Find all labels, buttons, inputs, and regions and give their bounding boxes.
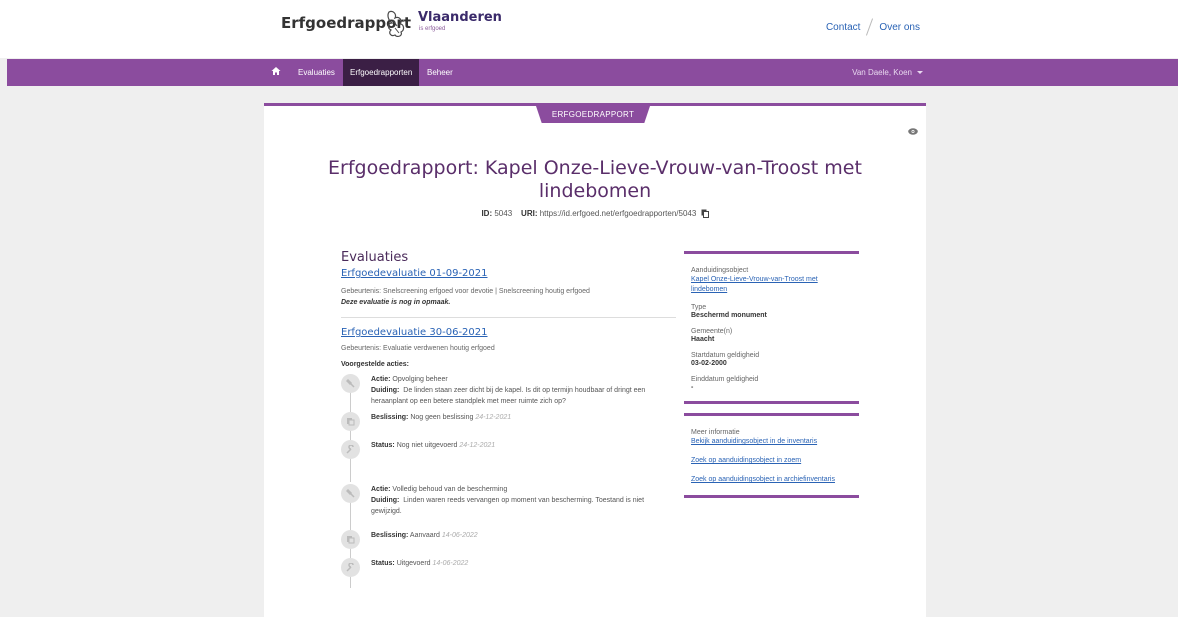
copy-icon [347,536,355,544]
home-icon[interactable] [271,66,281,76]
beslissing-label: Beslissing: [371,532,409,539]
duiding-value: De linden staan zeer dicht bij de kapel.… [371,387,646,405]
more-info-panel: Meer informatie Bekijk aanduidingsobject… [684,413,859,498]
copy-icon[interactable] [701,209,709,218]
action-icon-circle [341,484,360,503]
decision-item: Beslissing: Nog geen beslissing 24-12-20… [341,412,676,440]
zoem-link[interactable]: Zoek op aanduidingsobject in zoem [691,456,852,466]
archiefinventaris-link[interactable]: Zoek op aanduidingsobject in archiefinve… [691,475,852,485]
status-item: Status: Nog niet uitgevoerd 24-12-2021 [341,440,676,484]
status-icon-circle [341,558,360,577]
status-value: Uitgevoerd [396,560,431,567]
status-label: Status: [371,560,395,567]
top-links: Contact Over ons [826,18,920,36]
vlaanderen-lion-logo [387,10,405,38]
evaluations-heading: Evaluaties [341,250,409,265]
gemeente-label: Gemeente(n) [691,328,733,335]
object-info-panel: Aanduidingsobject Kapel Onze-Lieve-Vrouw… [684,251,859,404]
beslissing-label: Beslissing: [371,414,409,421]
user-menu[interactable]: Van Daele, Koen [852,59,923,86]
over-ons-link[interactable]: Over ons [879,22,920,33]
gavel-icon [346,379,355,388]
contact-link[interactable]: Contact [826,22,860,33]
evaluation-link[interactable]: Erfgoedevaluatie 30-06-2021 [341,327,676,338]
uri-value: https://id.erfgoed.net/erfgoedrapporten/… [539,209,697,218]
einddatum-value: - [691,384,694,391]
nav-item-evaluaties[interactable]: Evaluaties [298,59,335,86]
duiding-value: Linden waren reeds vervangen op moment v… [371,497,645,515]
action-value: Opvolging beheer [392,376,448,383]
beslissing-value: Aanvaard [409,532,440,539]
proposed-actions-label: Voorgestelde acties: [341,361,409,368]
type-value: Beschermd monument [691,312,767,319]
id-label: ID: [481,209,493,218]
aanduidingsobject-link[interactable]: Kapel Onze-Lieve-Vrouw-van-Troost met li… [691,275,852,295]
nav-item-erfgoedrapporten[interactable]: Erfgoedrapporten [343,59,420,86]
evaluation-event: Gebeurtenis: Evaluatie verdwenen houtig … [341,345,495,352]
evaluation-link[interactable]: Erfgoedevaluatie 01-09-2021 [341,268,676,279]
report-ribbon: ERFGOEDRAPPORT [536,106,650,123]
user-name: Van Daele, Koen [852,68,912,77]
evaluation-event: Gebeurtenis: Snelscreening erfgoed voor … [341,288,590,295]
uri-label: URI: [521,209,538,218]
wrench-icon [346,563,354,572]
gemeente-value: Haacht [691,336,715,343]
action-icon-circle [341,374,360,393]
beslissing-date: 24-12-2021 [475,414,512,421]
link-separator [866,18,874,36]
action-item: Actie: Opvolging beheer Duiding: De lind… [341,374,676,414]
report-meta: ID: 5043 URI: https://id.erfgoed.net/erf… [264,209,926,218]
logo-text: Vlaanderen [418,10,502,25]
main-navbar: Evaluaties Erfgoedrapporten Beheer Van D… [7,59,1178,86]
status-date: 24-12-2021 [459,442,496,449]
info-sidebar: Aanduidingsobject Kapel Onze-Lieve-Vrouw… [684,251,859,498]
action-item: Actie: Volledig behoud van de beschermin… [341,484,676,530]
decision-icon-circle [341,412,360,431]
duiding-label: Duiding: [371,497,400,504]
beslissing-date: 14-06-2022 [441,532,478,539]
startdatum-value: 03-02-2000 [691,360,727,367]
report-card: ERFGOEDRAPPORT Erfgoedrapport: Kapel Onz… [264,103,926,617]
copy-icon [347,418,355,426]
eye-icon[interactable] [908,128,918,135]
einddatum-label: Einddatum geldigheid [691,376,759,383]
status-icon-circle [341,440,360,459]
status-date: 14-06-2022 [432,560,469,567]
beslissing-value: Nog geen beslissing [410,414,474,421]
duiding-label: Duiding: [371,387,400,394]
decision-item: Beslissing: Aanvaard 14-06-2022 [341,530,676,558]
page-title: Erfgoedrapport: Kapel Onze-Lieve-Vrouw-v… [328,157,862,202]
logo-subtext: is erfgoed [419,26,446,32]
actions-timeline: Actie: Opvolging beheer Duiding: De lind… [341,374,676,588]
gavel-icon [346,489,355,498]
top-header: Erfgoedrapport Vlaanderen is erfgoed Con… [0,0,1178,58]
action-label: Actie: [371,486,391,493]
status-item: Status: Uitgevoerd 14-06-2022 [341,558,676,578]
evaluation-draft-note: Deze evaluatie is nog in opmaak. [341,299,451,306]
id-value: 5043 [494,209,513,218]
evaluations-section: Evaluaties Erfgoedevaluatie 01-09-2021 G… [341,250,676,588]
action-value: Volledig behoud van de bescherming [392,486,508,493]
divider [341,317,676,318]
action-label: Actie: [371,376,391,383]
inventaris-link[interactable]: Bekijk aanduidingsobject in de inventari… [691,437,852,447]
decision-icon-circle [341,530,360,549]
chevron-down-icon [917,71,923,75]
status-label: Status: [371,442,395,449]
type-label: Type [691,304,707,311]
nav-item-beheer[interactable]: Beheer [427,59,453,86]
startdatum-label: Startdatum geldigheid [691,352,760,359]
meer-informatie-label: Meer informatie [691,429,740,436]
status-value: Nog niet uitgevoerd [396,442,458,449]
wrench-icon [346,445,354,454]
aanduidingsobject-label: Aanduidingsobject [691,267,749,274]
